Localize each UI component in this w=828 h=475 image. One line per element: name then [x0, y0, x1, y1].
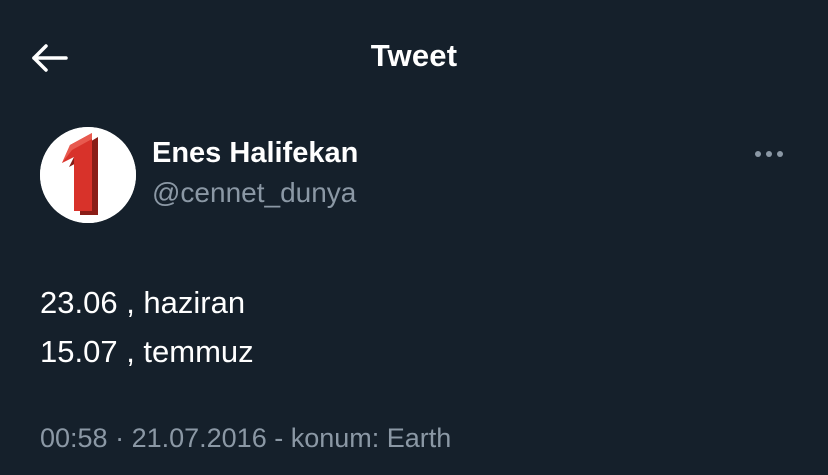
top-bar: Tweet	[0, 0, 828, 118]
tweet-line: 15.07 , temmuz	[40, 334, 254, 369]
tweet-location: konum: Earth	[290, 423, 452, 453]
tweet-date[interactable]: 21.07.2016	[132, 423, 267, 453]
author-username[interactable]: @cennet_dunya	[152, 177, 356, 209]
page-title: Tweet	[370, 38, 458, 73]
meta-separator: ·	[107, 423, 132, 453]
ellipsis-icon	[755, 151, 783, 157]
meta-separator: -	[266, 423, 291, 453]
number-one-logo	[40, 127, 136, 223]
avatar[interactable]	[40, 127, 136, 223]
tweet-time[interactable]: 00:58	[40, 423, 108, 453]
tweet-text: 23.06 , haziran 15.07 , temmuz	[40, 278, 254, 376]
tweet-line: 23.06 , haziran	[40, 285, 246, 320]
tweet-metadata: 00:58 · 21.07.2016 - konum: Earth	[40, 423, 451, 454]
more-options-button[interactable]	[752, 140, 788, 168]
author-display-name[interactable]: Enes Halifekan	[152, 137, 358, 170]
